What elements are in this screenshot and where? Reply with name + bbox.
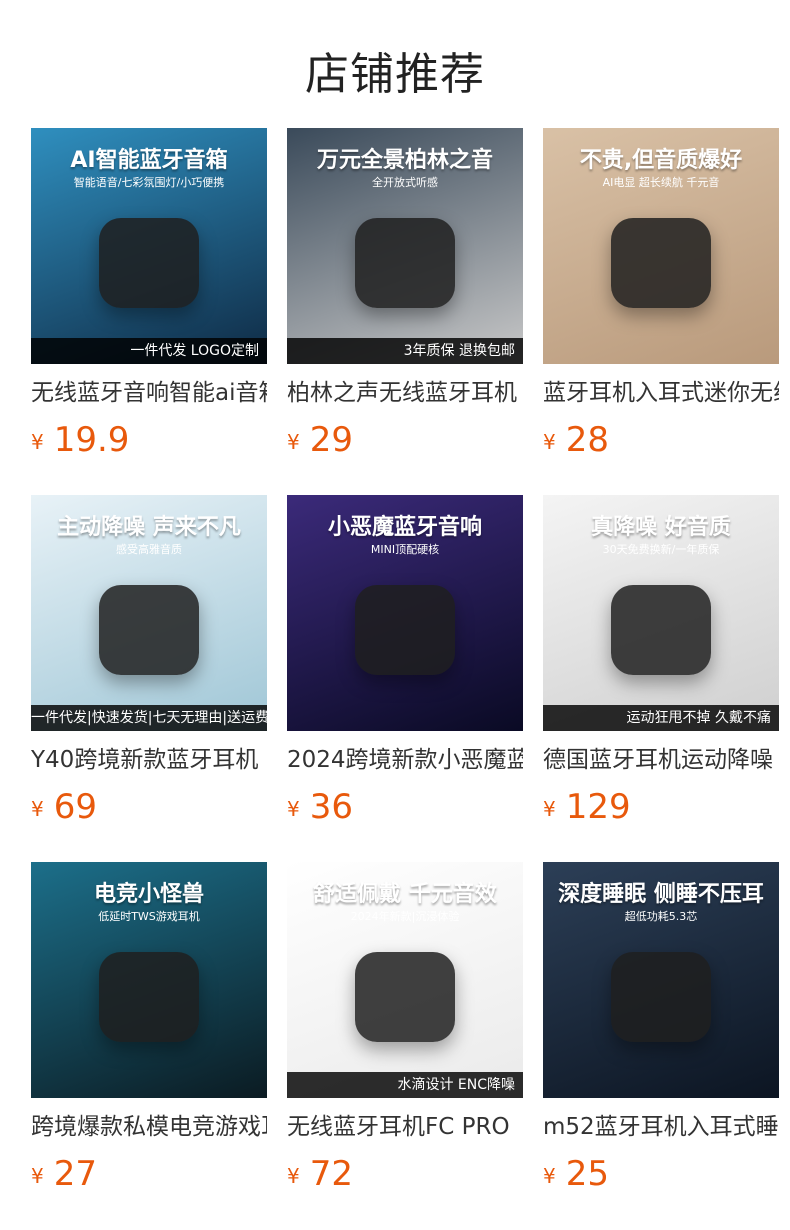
image-subline-text: 低延时TWS游戏耳机 bbox=[98, 910, 200, 923]
currency-symbol: ¥ bbox=[543, 797, 556, 821]
currency-symbol: ¥ bbox=[543, 1164, 556, 1188]
currency-symbol: ¥ bbox=[31, 797, 44, 821]
product-name[interactable]: 跨境爆款私模电竞游戏耳机 bbox=[31, 1112, 267, 1142]
product-shape-icon bbox=[355, 585, 455, 675]
product-card[interactable]: 真降噪 好音质 30天免费换新/一年质保运动狂甩不掉 久戴不痛德国蓝牙耳机运动降噪… bbox=[543, 495, 779, 862]
product-image[interactable]: 万元全景柏林之音全开放式听感 3年质保 退换包邮 bbox=[287, 128, 523, 364]
image-subline-text: 智能语音/七彩氛围灯/小巧便携 bbox=[73, 176, 225, 189]
product-image[interactable]: 真降噪 好音质 30天免费换新/一年质保运动狂甩不掉 久戴不痛 bbox=[543, 495, 779, 731]
price-amount: 19.9 bbox=[53, 420, 130, 460]
product-shape-icon bbox=[611, 952, 711, 1042]
product-name[interactable]: 柏林之声无线蓝牙耳机 bbox=[287, 378, 523, 408]
product-image[interactable]: 舒适佩戴 千元音效 2024年新款|沉浸体验水滴设计 ENC降噪 bbox=[287, 862, 523, 1098]
product-name[interactable]: 2024跨境新款小恶魔蓝牙音响 bbox=[287, 745, 523, 775]
image-banner-text: 真降噪 好音质 bbox=[591, 515, 731, 540]
image-banner-text: 电竞小怪兽 bbox=[93, 882, 204, 907]
image-subline-text: 2024年新款|沉浸体验 bbox=[350, 910, 460, 923]
product-name[interactable]: 蓝牙耳机入耳式迷你无线 bbox=[543, 378, 779, 408]
currency-symbol: ¥ bbox=[31, 1164, 44, 1188]
product-price: ¥28 bbox=[543, 420, 779, 460]
currency-symbol: ¥ bbox=[543, 430, 556, 454]
page-title: 店铺推荐 bbox=[305, 49, 485, 100]
product-price: ¥29 bbox=[287, 420, 523, 460]
product-card[interactable]: 深度睡眠 侧睡不压耳超低功耗5.3芯 m52蓝牙耳机入耳式睡眠 ¥25 bbox=[543, 862, 779, 1229]
product-card[interactable]: 万元全景柏林之音全开放式听感 3年质保 退换包邮柏林之声无线蓝牙耳机 ¥29 bbox=[287, 128, 523, 495]
price-amount: 69 bbox=[53, 787, 97, 827]
product-image[interactable]: 主动降噪 声来不凡感受高雅音质一件代发|快速发货|七天无理由|送运费险 bbox=[31, 495, 267, 731]
product-grid: AI智能蓝牙音箱智能语音/七彩氛围灯/小巧便携一件代发 LOGO定制无线蓝牙音响… bbox=[31, 128, 781, 1229]
price-amount: 72 bbox=[309, 1154, 353, 1194]
image-banner-text: 深度睡眠 侧睡不压耳 bbox=[558, 882, 764, 907]
price-amount: 36 bbox=[309, 787, 353, 827]
image-subline-text: 超低功耗5.3芯 bbox=[624, 910, 698, 923]
product-shape-icon bbox=[99, 218, 199, 308]
product-shape-icon bbox=[99, 952, 199, 1042]
product-image[interactable]: 电竞小怪兽低延时TWS游戏耳机 bbox=[31, 862, 267, 1098]
currency-symbol: ¥ bbox=[31, 430, 44, 454]
product-shape-icon bbox=[99, 585, 199, 675]
product-name[interactable]: 无线蓝牙音响智能ai音箱 bbox=[31, 378, 267, 408]
product-card[interactable]: 主动降噪 声来不凡感受高雅音质一件代发|快速发货|七天无理由|送运费险 Y40跨境… bbox=[31, 495, 267, 862]
product-name[interactable]: Y40跨境新款蓝牙耳机 bbox=[31, 745, 267, 775]
product-image[interactable]: 深度睡眠 侧睡不压耳超低功耗5.3芯 bbox=[543, 862, 779, 1098]
product-card[interactable]: 电竞小怪兽低延时TWS游戏耳机跨境爆款私模电竞游戏耳机 ¥27 bbox=[31, 862, 267, 1229]
price-amount: 25 bbox=[565, 1154, 609, 1194]
product-shape-icon bbox=[355, 952, 455, 1042]
product-card[interactable]: 舒适佩戴 千元音效 2024年新款|沉浸体验水滴设计 ENC降噪无线蓝牙耳机FC … bbox=[287, 862, 523, 1229]
product-shape-icon bbox=[355, 218, 455, 308]
currency-symbol: ¥ bbox=[287, 797, 300, 821]
product-price: ¥25 bbox=[543, 1154, 779, 1194]
image-banner-text: AI智能蓝牙音箱 bbox=[70, 148, 228, 173]
product-image[interactable]: 不贵,但音质爆好 AI电显 超长续航 千元音 bbox=[543, 128, 779, 364]
price-amount: 27 bbox=[53, 1154, 97, 1194]
product-price: ¥19.9 bbox=[31, 420, 267, 460]
price-amount: 28 bbox=[565, 420, 609, 460]
image-bottom-bar: 一件代发 LOGO定制 bbox=[31, 338, 267, 364]
product-name[interactable]: 德国蓝牙耳机运动降噪 bbox=[543, 745, 779, 775]
image-subline-text: MINI顶配硬核 bbox=[370, 543, 440, 556]
image-bottom-bar: 一件代发|快速发货|七天无理由|送运费险 bbox=[31, 705, 267, 731]
currency-symbol: ¥ bbox=[287, 430, 300, 454]
price-amount: 29 bbox=[309, 420, 353, 460]
image-subline-text: 感受高雅音质 bbox=[116, 543, 182, 556]
product-card[interactable]: AI智能蓝牙音箱智能语音/七彩氛围灯/小巧便携一件代发 LOGO定制无线蓝牙音响… bbox=[31, 128, 267, 495]
image-banner-text: 不贵,但音质爆好 bbox=[579, 148, 743, 173]
product-image[interactable]: 小恶魔蓝牙音响 MINI顶配硬核 bbox=[287, 495, 523, 731]
product-name[interactable]: 无线蓝牙耳机FC PRO bbox=[287, 1112, 523, 1142]
image-subline-text: 全开放式听感 bbox=[372, 176, 438, 189]
image-banner-text: 主动降噪 声来不凡 bbox=[57, 515, 241, 540]
product-price: ¥27 bbox=[31, 1154, 267, 1194]
product-price: ¥129 bbox=[543, 787, 779, 827]
image-banner-text: 小恶魔蓝牙音响 bbox=[327, 515, 482, 540]
product-name[interactable]: m52蓝牙耳机入耳式睡眠 bbox=[543, 1112, 779, 1142]
image-banner-text: 舒适佩戴 千元音效 bbox=[313, 882, 497, 907]
image-bottom-bar: 运动狂甩不掉 久戴不痛 bbox=[543, 705, 779, 731]
currency-symbol: ¥ bbox=[287, 1164, 300, 1188]
product-shape-icon bbox=[611, 585, 711, 675]
image-subline-text: AI电显 超长续航 千元音 bbox=[602, 176, 720, 189]
product-price: ¥69 bbox=[31, 787, 267, 827]
product-card[interactable]: 小恶魔蓝牙音响 MINI顶配硬核 2024跨境新款小恶魔蓝牙音响 ¥36 bbox=[287, 495, 523, 862]
product-shape-icon bbox=[611, 218, 711, 308]
product-price: ¥72 bbox=[287, 1154, 523, 1194]
price-amount: 129 bbox=[565, 787, 631, 827]
image-bottom-bar: 水滴设计 ENC降噪 bbox=[287, 1072, 523, 1098]
product-image[interactable]: AI智能蓝牙音箱智能语音/七彩氛围灯/小巧便携一件代发 LOGO定制 bbox=[31, 128, 267, 364]
image-banner-text: 万元全景柏林之音 bbox=[316, 148, 493, 173]
image-bottom-bar: 3年质保 退换包邮 bbox=[287, 338, 523, 364]
product-price: ¥36 bbox=[287, 787, 523, 827]
product-card[interactable]: 不贵,但音质爆好 AI电显 超长续航 千元音蓝牙耳机入耳式迷你无线 ¥28 bbox=[543, 128, 779, 495]
image-subline-text: 30天免费换新/一年质保 bbox=[602, 543, 720, 556]
